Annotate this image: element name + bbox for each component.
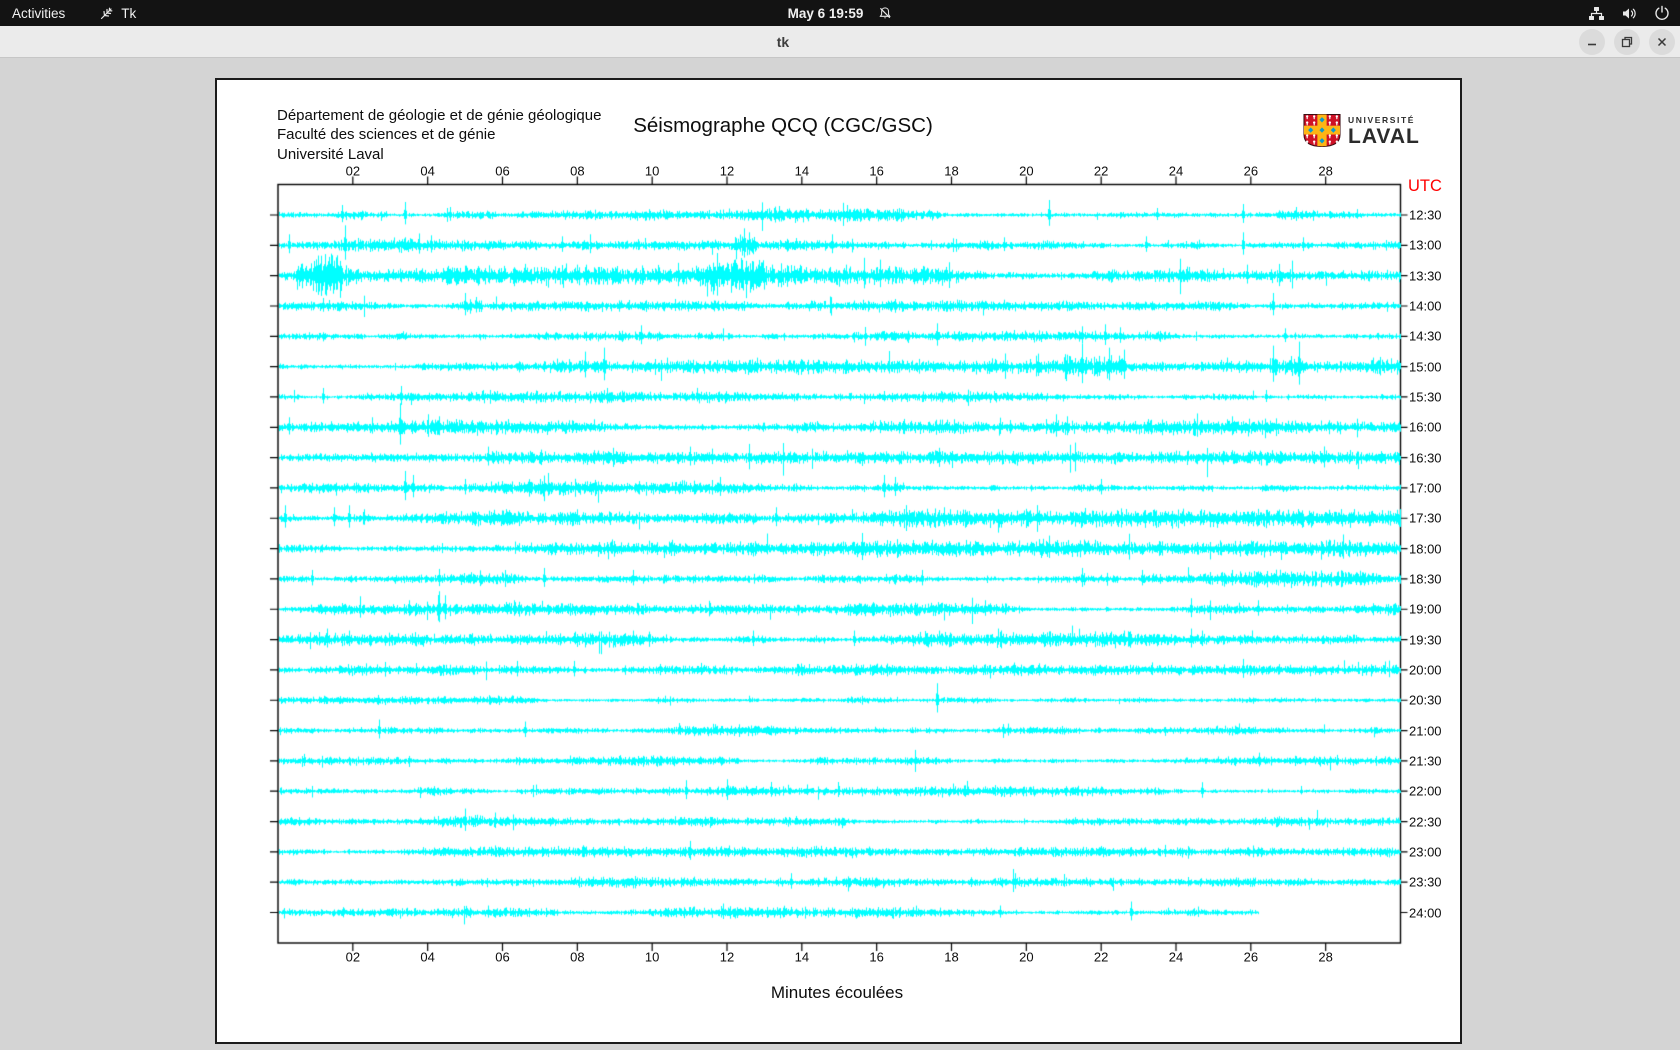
x-tick-label-top: 28 (1318, 163, 1333, 179)
trace-time-label: 20:30 (1409, 692, 1442, 708)
gnome-top-bar: Activities Tk May 6 19:59 (0, 0, 1680, 26)
universite-laval-shield-logo (1303, 114, 1341, 147)
minimize-button[interactable] (1579, 29, 1605, 55)
x-tick-label-bottom: 04 (420, 949, 435, 965)
trace-time-label: 18:00 (1409, 541, 1442, 557)
close-button[interactable] (1649, 29, 1675, 55)
trace-time-label: 17:30 (1409, 510, 1442, 526)
x-tick-label-bottom: 20 (1019, 949, 1034, 965)
power-icon (1655, 5, 1669, 20)
x-tick-label-bottom: 16 (869, 949, 884, 965)
x-tick-label-top: 26 (1243, 163, 1259, 179)
trace-time-label: 21:00 (1409, 723, 1442, 739)
focused-app-name: Tk (121, 5, 137, 21)
trace-time-label: 23:00 (1409, 844, 1442, 860)
x-tick-label-top: 22 (1093, 163, 1109, 179)
trace-time-label: 16:30 (1409, 450, 1442, 466)
trace-time-label: 15:30 (1409, 389, 1442, 405)
activities-button[interactable]: Activities (12, 6, 65, 21)
trace-time-label: 22:00 (1409, 783, 1442, 799)
x-tick-label-top: 10 (644, 163, 660, 179)
x-tick-label-bottom: 28 (1318, 949, 1333, 965)
notifications-muted-icon (879, 6, 891, 18)
x-tick-label-bottom: 12 (719, 949, 735, 965)
x-tick-label-bottom: 24 (1168, 949, 1184, 965)
x-tick-label-top: 18 (944, 163, 959, 179)
trace-time-label: 13:00 (1409, 237, 1442, 253)
trace-time-label: 23:30 (1409, 874, 1442, 890)
close-icon (1657, 37, 1667, 47)
x-tick-label-bottom: 02 (345, 949, 361, 965)
x-tick-label-top: 06 (495, 163, 510, 179)
trace-time-label: 18:30 (1409, 571, 1442, 587)
minimize-icon (1588, 43, 1596, 46)
trace-time-label: 14:30 (1409, 328, 1442, 344)
window-body: Département de géologie et de génie géol… (0, 58, 1680, 1050)
x-tick-label-bottom: 08 (570, 949, 585, 965)
utc-axis-label: UTC (1408, 177, 1442, 195)
volume-icon (1623, 8, 1636, 18)
network-wired-icon (1589, 6, 1604, 20)
system-status-area[interactable] (1588, 0, 1670, 26)
trace-time-label: 14:00 (1409, 298, 1442, 314)
window-title: tk (776, 33, 790, 50)
window-title-bar[interactable]: tk (0, 26, 1680, 58)
x-tick-label-top: 20 (1019, 163, 1034, 179)
trace-time-label: 20:00 (1409, 662, 1442, 678)
universite-laval-wordmark: UNIVERSITÉ LAVAL (1348, 115, 1420, 149)
trace-time-label: 13:30 (1409, 268, 1442, 284)
x-axis-label: Minutes écoulées (770, 983, 904, 1002)
restore-icon (1621, 36, 1633, 48)
plot-title: Séismographe QCQ (CGC/GSC) (633, 114, 933, 137)
trace-time-label: 21:30 (1409, 753, 1442, 769)
x-tick-label-top: 12 (719, 163, 735, 179)
seismogram-canvas (217, 80, 1460, 1042)
x-tick-label-top: 08 (570, 163, 585, 179)
x-tick-label-top: 14 (794, 163, 810, 179)
clock-label: May 6 19:59 (787, 5, 864, 21)
clock-menu[interactable]: May 6 19:59 (788, 0, 893, 26)
x-tick-label-bottom: 22 (1093, 949, 1109, 965)
x-tick-label-top: 04 (420, 163, 435, 179)
x-tick-label-bottom: 26 (1243, 949, 1259, 965)
focused-app-menu[interactable]: Tk (99, 6, 136, 21)
x-tick-label-bottom: 14 (794, 949, 810, 965)
x-tick-label-top: 24 (1168, 163, 1184, 179)
logo-laval-label: LAVAL (1348, 125, 1420, 148)
trace-time-label: 19:30 (1409, 632, 1442, 648)
tk-feather-icon (101, 7, 113, 19)
x-tick-label-bottom: 10 (644, 949, 660, 965)
trace-time-label: 16:00 (1409, 419, 1442, 435)
trace-time-label: 19:00 (1409, 601, 1442, 617)
seismograph-plot: Département de géologie et de génie géol… (215, 78, 1462, 1044)
trace-time-label: 12:30 (1409, 207, 1442, 223)
desktop-screen: Activities Tk May 6 19:59 tk Département… (0, 0, 1680, 1050)
x-tick-label-bottom: 06 (495, 949, 510, 965)
x-tick-label-top: 02 (345, 163, 361, 179)
trace-time-label: 17:00 (1409, 480, 1442, 496)
logo-universite-label: UNIVERSITÉ (1348, 115, 1416, 125)
trace-time-label: 24:00 (1409, 905, 1442, 921)
maximize-button[interactable] (1614, 29, 1640, 55)
trace-time-label: 22:30 (1409, 814, 1442, 830)
x-tick-label-bottom: 18 (944, 949, 959, 965)
x-tick-label-top: 16 (869, 163, 884, 179)
institution-text: Département de géologie et de génie géol… (277, 107, 602, 163)
trace-time-label: 15:00 (1409, 359, 1442, 375)
